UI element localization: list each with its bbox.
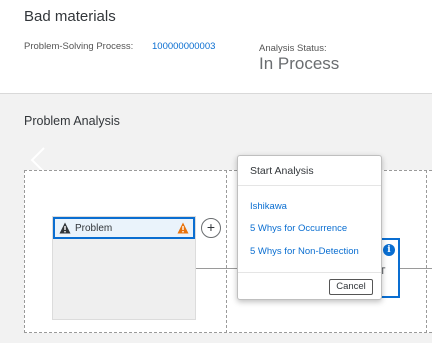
- add-analysis-button[interactable]: +: [201, 218, 221, 238]
- problem-node[interactable]: Problem: [52, 216, 196, 320]
- canvas-divider: [226, 170, 227, 333]
- problem-node-label: Problem: [75, 222, 113, 234]
- warning-orange-icon: [177, 222, 189, 234]
- popover-title: Start Analysis: [250, 165, 314, 177]
- warning-icon: [59, 222, 71, 234]
- divider: [238, 272, 381, 273]
- info-icon: i: [383, 244, 395, 256]
- status-value: In Process: [259, 54, 340, 73]
- page-title: Bad materials: [24, 8, 116, 25]
- problem-node-header[interactable]: Problem: [53, 217, 195, 239]
- process-label: Problem-Solving Process:: [24, 41, 134, 52]
- menu-item-5-whys-non-detection[interactable]: 5 Whys for Non-Detection: [250, 246, 359, 257]
- process-link[interactable]: 100000000003: [152, 41, 215, 52]
- menu-item-5-whys-occurrence[interactable]: 5 Whys for Occurrence: [250, 223, 347, 234]
- cancel-button[interactable]: Cancel: [329, 279, 373, 295]
- menu-item-ishikawa[interactable]: Ishikawa: [250, 201, 287, 212]
- section-title: Problem Analysis: [24, 114, 120, 128]
- start-analysis-popover: Start Analysis Ishikawa 5 Whys for Occur…: [237, 155, 382, 300]
- canvas-divider: [426, 170, 427, 333]
- object-header: Bad materials Problem-Solving Process: 1…: [0, 0, 432, 94]
- divider: [238, 185, 381, 186]
- status-label: Analysis Status:: [259, 43, 327, 54]
